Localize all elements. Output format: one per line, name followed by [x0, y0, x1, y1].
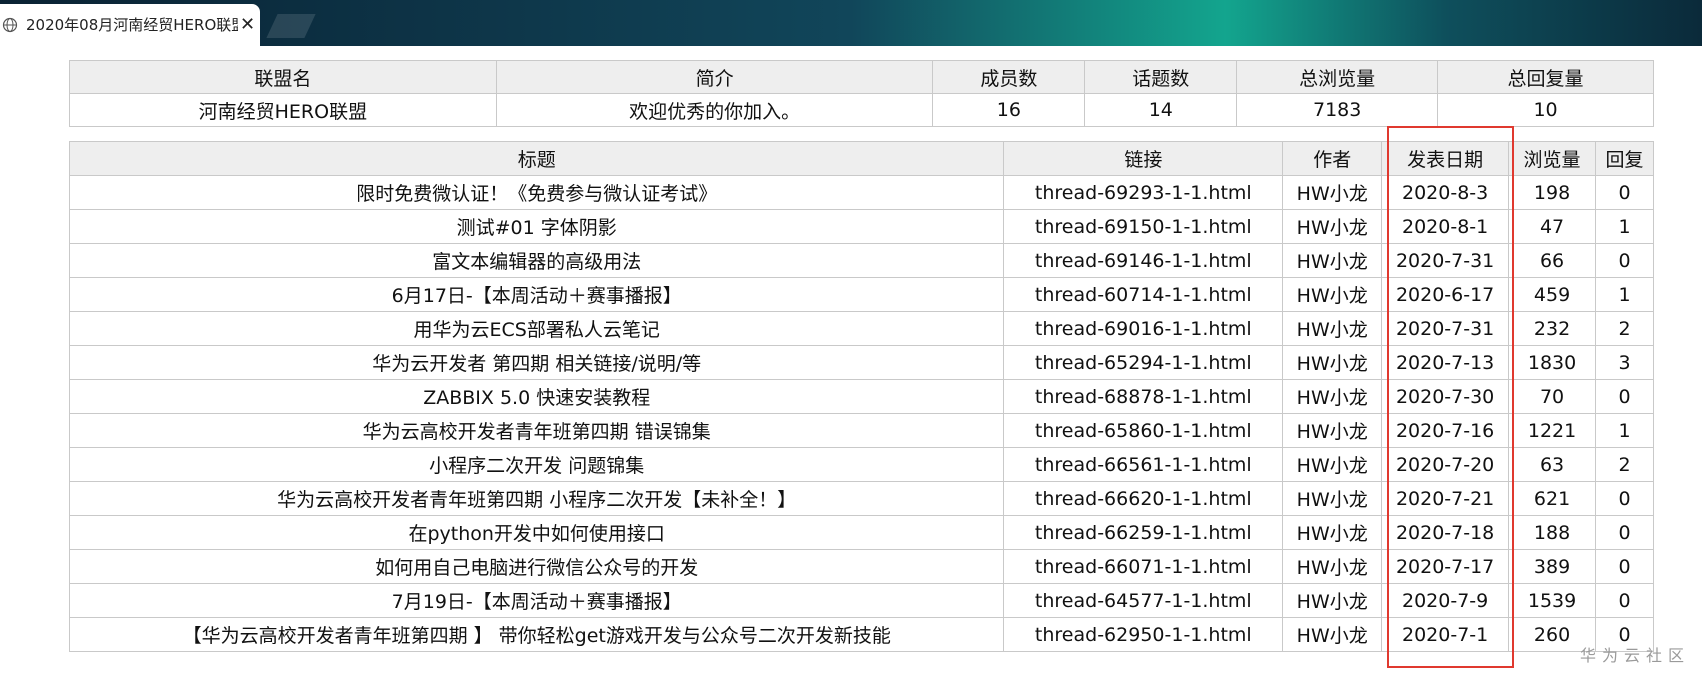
header-intro: 简介: [495, 60, 934, 94]
thread-author: HW小龙: [1282, 549, 1383, 584]
thread-author: HW小龙: [1282, 583, 1383, 618]
thread-author: HW小龙: [1282, 175, 1383, 210]
thread-replies: 2: [1595, 311, 1654, 346]
thread-views: 188: [1508, 515, 1596, 550]
thread-views: 63: [1508, 447, 1596, 482]
thread-title: 富文本编辑器的高级用法: [68, 243, 1005, 278]
thread-link[interactable]: thread-60714-1-1.html: [1003, 277, 1284, 312]
thread-title: 测试#01 字体阴影: [68, 209, 1005, 244]
thread-link[interactable]: thread-66071-1-1.html: [1003, 549, 1284, 584]
thread-views: 1830: [1508, 345, 1596, 380]
league-data-row: 河南经贸HERO联盟 欢迎优秀的你加入。 16 14 7183 10: [69, 93, 1654, 127]
thread-link[interactable]: thread-64577-1-1.html: [1003, 583, 1284, 618]
thread-title: 华为云开发者 第四期 相关链接/说明/等: [68, 345, 1005, 380]
member-count: 16: [932, 93, 1086, 127]
thread-views: 389: [1508, 549, 1596, 584]
thread-views: 621: [1508, 481, 1596, 516]
thread-link[interactable]: thread-66620-1-1.html: [1003, 481, 1284, 516]
thread-title: 华为云高校开发者青年班第四期 小程序二次开发【未补全！】: [68, 481, 1005, 516]
header-total-views: 总浏览量: [1236, 60, 1439, 94]
header-total-replies: 总回复量: [1437, 60, 1654, 94]
thread-link[interactable]: thread-62950-1-1.html: [1003, 617, 1284, 652]
tab-title: 2020年08月河南经贸HERO联盟: [26, 16, 238, 34]
thread-author: HW小龙: [1282, 515, 1383, 550]
thread-views: 47: [1508, 209, 1596, 244]
thread-title: 【华为云高校开发者青年班第四期 】 带你轻松get游戏开发与公众号二次开发新技能: [68, 617, 1005, 652]
thread-title: 6月17日-【本周活动＋赛事播报】: [68, 277, 1005, 312]
thread-title: ZABBIX 5.0 快速安装教程: [68, 379, 1005, 414]
thread-link[interactable]: thread-69146-1-1.html: [1003, 243, 1284, 278]
thread-title: 用华为云ECS部署私人云笔记: [68, 311, 1005, 346]
thread-views: 70: [1508, 379, 1596, 414]
league-summary-table: 联盟名 简介 成员数 话题数 总浏览量 总回复量 河南经贸HERO联盟 欢迎优秀…: [69, 60, 1654, 127]
thread-replies: 0: [1595, 175, 1654, 210]
thread-author: HW小龙: [1282, 345, 1383, 380]
thread-author: HW小龙: [1282, 379, 1383, 414]
thread-replies: 2: [1595, 447, 1654, 482]
header-topic-count: 话题数: [1084, 60, 1238, 94]
thread-author: HW小龙: [1282, 243, 1383, 278]
thread-replies: 1: [1595, 413, 1654, 448]
thread-author: HW小龙: [1282, 481, 1383, 516]
thread-author: HW小龙: [1282, 311, 1383, 346]
thread-replies: 1: [1595, 277, 1654, 312]
thread-replies: 0: [1595, 481, 1654, 516]
thread-link[interactable]: thread-65860-1-1.html: [1003, 413, 1284, 448]
header-replies: 回复: [1595, 141, 1654, 176]
close-tab-icon[interactable]: ✕: [240, 15, 255, 35]
thread-views: 198: [1508, 175, 1596, 210]
league-intro: 欢迎优秀的你加入。: [495, 93, 934, 127]
league-header-row: 联盟名 简介 成员数 话题数 总浏览量 总回复量: [69, 60, 1654, 94]
new-tab-button[interactable]: [266, 14, 316, 38]
header-views: 浏览量: [1508, 141, 1596, 176]
thread-replies: 0: [1595, 515, 1654, 550]
thread-link[interactable]: thread-66561-1-1.html: [1003, 447, 1284, 482]
total-views: 7183: [1236, 93, 1439, 127]
thread-author: HW小龙: [1282, 447, 1383, 482]
thread-title: 7月19日-【本周活动＋赛事播报】: [68, 583, 1005, 618]
thread-replies: 1: [1595, 209, 1654, 244]
thread-author: HW小龙: [1282, 413, 1383, 448]
thread-views: 66: [1508, 243, 1596, 278]
thread-views: 1221: [1508, 413, 1596, 448]
thread-title: 小程序二次开发 问题锦集: [68, 447, 1005, 482]
thread-title: 华为云高校开发者青年班第四期 错误锦集: [68, 413, 1005, 448]
header-link: 链接: [1003, 141, 1284, 176]
post-date-highlight-box: [1387, 126, 1514, 668]
browser-tab-bar: 2020年08月河南经贸HERO联盟 ✕: [0, 0, 1702, 46]
header-title: 标题: [68, 141, 1005, 176]
thread-link[interactable]: thread-69016-1-1.html: [1003, 311, 1284, 346]
thread-link[interactable]: thread-68878-1-1.html: [1003, 379, 1284, 414]
thread-author: HW小龙: [1282, 277, 1383, 312]
thread-title: 限时免费微认证！《免费参与微认证考试》: [68, 175, 1005, 210]
total-replies: 10: [1437, 93, 1654, 127]
header-author: 作者: [1282, 141, 1383, 176]
browser-tab[interactable]: 2020年08月河南经贸HERO联盟 ✕: [0, 4, 260, 46]
globe-icon: [2, 17, 18, 33]
thread-replies: 0: [1595, 549, 1654, 584]
thread-link[interactable]: thread-65294-1-1.html: [1003, 345, 1284, 380]
thread-views: 1539: [1508, 583, 1596, 618]
thread-title: 如何用自己电脑进行微信公众号的开发: [68, 549, 1005, 584]
thread-replies: 0: [1595, 583, 1654, 618]
thread-title: 在python开发中如何使用接口: [68, 515, 1005, 550]
thread-replies: 0: [1595, 379, 1654, 414]
header-member-count: 成员数: [932, 60, 1086, 94]
thread-author: HW小龙: [1282, 617, 1383, 652]
thread-link[interactable]: thread-66259-1-1.html: [1003, 515, 1284, 550]
watermark: 华为云社区: [1580, 646, 1691, 665]
thread-replies: 0: [1595, 243, 1654, 278]
thread-author: HW小龙: [1282, 209, 1383, 244]
league-name: 河南经贸HERO联盟: [69, 93, 497, 127]
thread-link[interactable]: thread-69150-1-1.html: [1003, 209, 1284, 244]
thread-link[interactable]: thread-69293-1-1.html: [1003, 175, 1284, 210]
topic-count: 14: [1084, 93, 1238, 127]
thread-views: 459: [1508, 277, 1596, 312]
header-league-name: 联盟名: [69, 60, 497, 94]
thread-views: 232: [1508, 311, 1596, 346]
thread-replies: 3: [1595, 345, 1654, 380]
